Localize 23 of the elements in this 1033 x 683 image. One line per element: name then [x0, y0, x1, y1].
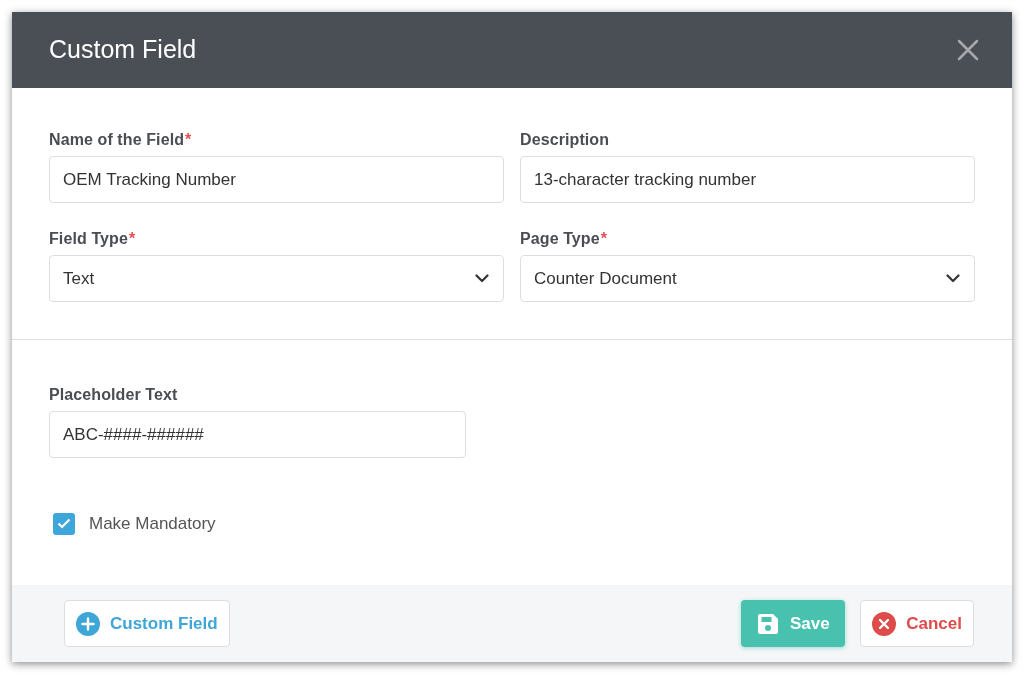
select-field[interactable]: Text [49, 255, 504, 302]
input-field[interactable]: 13-character tracking number [520, 156, 975, 203]
checkmark-icon [57, 518, 71, 530]
field-label: Description [520, 130, 610, 150]
field-label: Page Type [520, 229, 600, 249]
field-label: Placeholder Text [49, 385, 178, 405]
select-field[interactable]: Counter Document [520, 255, 975, 302]
x-circle-icon [872, 611, 897, 636]
chevron-down-icon [946, 274, 960, 283]
cancel-button[interactable]: Cancel [860, 600, 974, 647]
dialog-title: Custom Field [49, 34, 197, 66]
input-field[interactable]: OEM Tracking Number [49, 156, 504, 203]
plus-circle-icon [76, 611, 100, 636]
required-asterisk: * [128, 229, 136, 249]
close-button[interactable] [956, 38, 980, 62]
required-asterisk: * [185, 130, 192, 150]
checkbox-label: Make Mandatory [89, 513, 216, 535]
checkbox[interactable] [53, 512, 75, 535]
input-field[interactable]: ABC-####-###### [49, 411, 466, 458]
chevron-down-icon [475, 274, 489, 283]
field-label: Name of the Field [49, 130, 185, 150]
required-asterisk: * [600, 229, 607, 249]
field-label: Field Type [49, 229, 128, 249]
